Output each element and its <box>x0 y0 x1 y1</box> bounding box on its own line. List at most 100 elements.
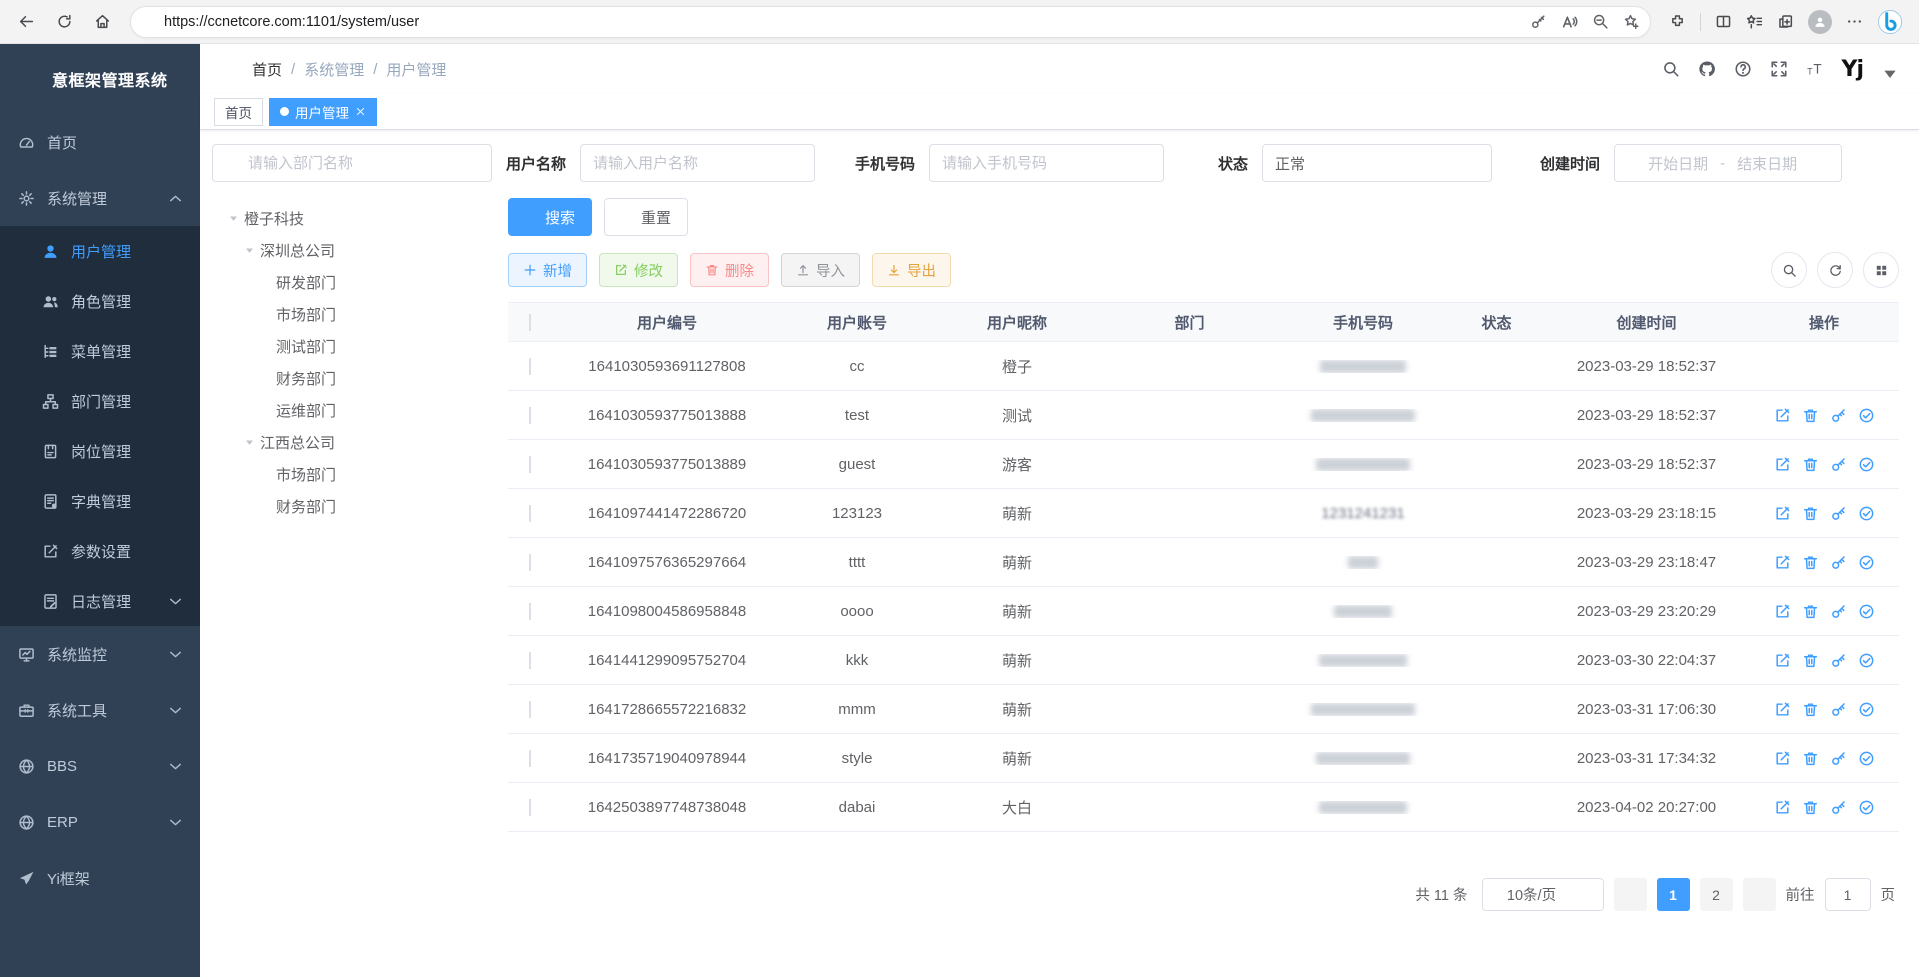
username-field[interactable] <box>593 155 802 172</box>
row-check-icon[interactable] <box>1858 554 1875 571</box>
sidebar-item-14[interactable]: Yi框架 <box>0 850 200 906</box>
more-icon[interactable] <box>1846 13 1863 30</box>
sidebar-item-8[interactable]: 参数设置 <box>0 526 200 576</box>
toolbar-button-4[interactable]: 导出 <box>872 253 951 287</box>
workspaces-icon[interactable] <box>1777 13 1794 30</box>
home-button[interactable] <box>86 6 118 38</box>
row-key-icon[interactable] <box>1830 603 1847 620</box>
add-favorite-icon[interactable] <box>1623 13 1640 30</box>
row-delete-icon[interactable] <box>1802 652 1819 669</box>
breadcrumb-item[interactable]: 系统管理 <box>304 59 364 80</box>
sidebar-item-11[interactable]: 系统工具 <box>0 682 200 738</box>
next-page-button[interactable] <box>1743 878 1776 911</box>
row-delete-icon[interactable] <box>1802 750 1819 767</box>
tree-node-6[interactable]: 运维部门 <box>218 394 492 426</box>
tree-node-0[interactable]: 橙子科技 <box>218 202 492 234</box>
row-delete-icon[interactable] <box>1802 701 1819 718</box>
status-select[interactable]: 正常 <box>1262 144 1492 182</box>
sidebar-item-3[interactable]: 角色管理 <box>0 276 200 326</box>
row-checkbox[interactable] <box>529 505 531 522</box>
url-text[interactable]: https://ccnetcore.com:1101/system/user <box>164 14 1522 30</box>
search-button[interactable]: 搜索 <box>508 198 592 236</box>
row-edit-icon[interactable] <box>1774 554 1791 571</box>
row-checkbox[interactable] <box>529 799 531 816</box>
sidebar-item-4[interactable]: 菜单管理 <box>0 326 200 376</box>
row-key-icon[interactable] <box>1830 505 1847 522</box>
tree-node-7[interactable]: 江西总公司 <box>218 426 492 458</box>
row-delete-icon[interactable] <box>1802 456 1819 473</box>
prev-page-button[interactable] <box>1614 878 1647 911</box>
split-screen-icon[interactable] <box>1715 13 1732 30</box>
tree-node-3[interactable]: 市场部门 <box>218 298 492 330</box>
row-checkbox[interactable] <box>529 407 531 424</box>
font-size-icon[interactable]: TT <box>1806 60 1824 78</box>
phone-input[interactable] <box>929 144 1164 182</box>
sidebar-item-10[interactable]: 系统监控 <box>0 626 200 682</box>
row-edit-icon[interactable] <box>1774 652 1791 669</box>
zoom-out-icon[interactable] <box>1592 13 1609 30</box>
row-check-icon[interactable] <box>1858 456 1875 473</box>
row-delete-icon[interactable] <box>1802 603 1819 620</box>
row-delete-icon[interactable] <box>1802 554 1819 571</box>
collections-icon[interactable] <box>1746 13 1763 30</box>
tree-node-1[interactable]: 深圳总公司 <box>218 234 492 266</box>
sidebar-item-0[interactable]: 首页 <box>0 114 200 170</box>
read-aloud-icon[interactable] <box>1561 13 1578 30</box>
row-key-icon[interactable] <box>1830 554 1847 571</box>
tree-node-4[interactable]: 测试部门 <box>218 330 492 362</box>
row-key-icon[interactable] <box>1830 750 1847 767</box>
toolbar-button-3[interactable]: 导入 <box>781 253 860 287</box>
goto-page-input[interactable] <box>1825 878 1871 911</box>
page-size-select[interactable]: 10条/页 <box>1482 878 1604 911</box>
row-edit-icon[interactable] <box>1774 456 1791 473</box>
grid-button[interactable] <box>1863 252 1899 288</box>
date-start-placeholder[interactable]: 开始日期 <box>1648 153 1708 174</box>
row-key-icon[interactable] <box>1830 407 1847 424</box>
sidebar-item-1[interactable]: 系统管理 <box>0 170 200 226</box>
date-end-placeholder[interactable]: 结束日期 <box>1737 153 1797 174</box>
sidebar-item-9[interactable]: 日志管理 <box>0 576 200 626</box>
extensions-icon[interactable] <box>1669 13 1686 30</box>
row-check-icon[interactable] <box>1858 750 1875 767</box>
row-checkbox[interactable] <box>529 652 531 669</box>
refresh-button[interactable] <box>1817 252 1853 288</box>
row-edit-icon[interactable] <box>1774 407 1791 424</box>
row-edit-icon[interactable] <box>1774 505 1791 522</box>
help-icon[interactable] <box>1734 60 1752 78</box>
tree-node-5[interactable]: 财务部门 <box>218 362 492 394</box>
reset-button[interactable]: 重置 <box>604 198 688 236</box>
tab-close-icon[interactable] <box>355 106 366 117</box>
user-menu-logo[interactable]: Yj <box>1842 57 1863 82</box>
tab-0[interactable]: 首页 <box>214 98 263 126</box>
sidebar-item-13[interactable]: ERP <box>0 794 200 850</box>
row-edit-icon[interactable] <box>1774 603 1791 620</box>
page-button-1[interactable]: 1 <box>1657 878 1690 911</box>
select-all-checkbox[interactable] <box>529 314 531 331</box>
header-search-icon[interactable] <box>1662 60 1680 78</box>
row-check-icon[interactable] <box>1858 603 1875 620</box>
row-key-icon[interactable] <box>1830 652 1847 669</box>
row-checkbox[interactable] <box>529 554 531 571</box>
dept-search-field[interactable] <box>248 155 479 172</box>
collapse-sidebar-icon[interactable] <box>214 58 236 80</box>
dept-search-input[interactable] <box>212 144 492 182</box>
row-delete-icon[interactable] <box>1802 799 1819 816</box>
password-key-icon[interactable] <box>1530 13 1547 30</box>
row-check-icon[interactable] <box>1858 799 1875 816</box>
reload-button[interactable] <box>48 6 80 38</box>
breadcrumb-item[interactable]: 首页 <box>252 59 282 80</box>
row-key-icon[interactable] <box>1830 701 1847 718</box>
row-delete-icon[interactable] <box>1802 407 1819 424</box>
github-icon[interactable] <box>1698 60 1716 78</box>
row-checkbox[interactable] <box>529 701 531 718</box>
sidebar-item-12[interactable]: BBS <box>0 738 200 794</box>
row-key-icon[interactable] <box>1830 799 1847 816</box>
row-check-icon[interactable] <box>1858 505 1875 522</box>
tab-1[interactable]: 用户管理 <box>269 98 377 126</box>
row-check-icon[interactable] <box>1858 407 1875 424</box>
row-check-icon[interactable] <box>1858 701 1875 718</box>
lock-icon[interactable] <box>141 14 156 29</box>
row-delete-icon[interactable] <box>1802 505 1819 522</box>
sidebar-item-5[interactable]: 部门管理 <box>0 376 200 426</box>
sidebar-item-6[interactable]: 岗位管理 <box>0 426 200 476</box>
